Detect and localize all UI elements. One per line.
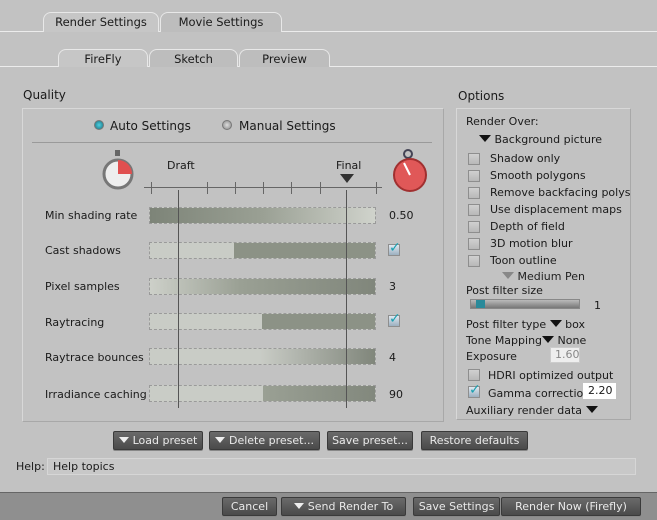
pen-dropdown[interactable]: Medium Pen — [502, 270, 585, 283]
tone-mapping-value: None — [557, 334, 587, 347]
auxiliary-label: Auxiliary render data — [466, 404, 583, 417]
pixel-samples-value: 3 — [389, 280, 396, 293]
post-filter-size-label: Post filter size — [466, 284, 543, 297]
displacement-maps-checkbox[interactable] — [468, 204, 480, 216]
pixel-samples-bar[interactable] — [149, 278, 376, 295]
irradiance-caching-bar[interactable] — [149, 385, 376, 402]
smooth-polygons-label: Smooth polygons — [490, 169, 586, 182]
dropdown-arrow-icon — [479, 135, 491, 142]
draft-label: Draft — [167, 159, 195, 172]
help-topics-field: Help topics — [47, 458, 636, 475]
motion-blur-label: 3D motion blur — [490, 237, 573, 250]
help-label: Help: — [16, 460, 45, 473]
post-filter-size-slider[interactable] — [470, 299, 580, 309]
draft-marker-line — [178, 190, 179, 408]
post-filter-size-value: 1 — [594, 299, 601, 312]
dropdown-arrow-icon — [293, 503, 304, 509]
post-filter-type-value: box — [565, 318, 586, 331]
raytracing-label: Raytracing — [45, 316, 105, 329]
final-marker-line — [346, 190, 347, 408]
shadow-only-checkbox[interactable] — [468, 153, 480, 165]
manual-settings-radio[interactable] — [222, 120, 232, 130]
min-shading-rate-value: 0.50 — [389, 209, 414, 222]
tab-firefly[interactable]: FireFly — [58, 49, 148, 67]
dropdown-arrow-icon — [549, 320, 562, 327]
auto-settings-radio[interactable] — [94, 120, 104, 130]
raytrace-bounces-bar[interactable] — [149, 348, 376, 365]
cancel-button[interactable]: Cancel — [222, 497, 277, 516]
delete-preset-button[interactable]: Delete preset... — [209, 431, 320, 450]
gamma-checkbox[interactable] — [468, 382, 481, 398]
post-filter-type-label: Post filter type — [466, 318, 547, 331]
shadow-only-label: Shadow only — [490, 152, 561, 165]
render-over-label: Render Over: — [466, 115, 539, 128]
exposure-label: Exposure — [466, 350, 517, 363]
dropdown-arrow-icon — [118, 437, 129, 443]
pixel-samples-label: Pixel samples — [45, 280, 120, 293]
dropdown-arrow-icon — [502, 272, 514, 279]
gamma-field[interactable]: 2.20 — [583, 383, 616, 399]
restore-defaults-button[interactable]: Restore defaults — [421, 431, 528, 450]
exposure-field[interactable]: 1.60 — [550, 347, 580, 363]
tab-movie-settings[interactable]: Movie Settings — [160, 12, 282, 32]
render-over-dropdown[interactable]: Background picture — [479, 133, 602, 146]
tone-mapping-label: Tone Mapping — [466, 334, 543, 347]
cast-shadows-checkbox[interactable] — [388, 240, 401, 256]
min-shading-rate-label: Min shading rate — [45, 209, 138, 222]
send-render-to-button[interactable]: Send Render To — [281, 497, 406, 516]
raytracing-bar[interactable] — [149, 313, 376, 330]
auto-settings-label: Auto Settings — [110, 119, 191, 133]
save-preset-button[interactable]: Save preset... — [327, 431, 413, 450]
dropdown-arrow-icon — [542, 336, 555, 343]
remove-backfacing-checkbox[interactable] — [468, 187, 480, 199]
quality-slider-handle[interactable] — [340, 174, 354, 183]
tab-sketch[interactable]: Sketch — [149, 49, 238, 67]
remove-backfacing-label: Remove backfacing polys — [490, 186, 631, 199]
quality-heading: Quality — [23, 88, 66, 102]
tab-preview[interactable]: Preview — [239, 49, 330, 67]
depth-of-field-checkbox[interactable] — [468, 221, 480, 233]
pen-value: Medium Pen — [517, 270, 585, 283]
final-stopwatch-icon — [390, 147, 430, 193]
hdri-label: HDRI optimized output — [488, 369, 614, 382]
smooth-polygons-checkbox[interactable] — [468, 170, 480, 182]
hdri-checkbox[interactable] — [468, 369, 480, 381]
auxiliary-render-data-dropdown[interactable]: Auxiliary render data — [466, 404, 598, 417]
displacement-maps-label: Use displacement maps — [490, 203, 622, 216]
tone-mapping-dropdown[interactable]: Tone Mapping None — [466, 334, 586, 347]
irradiance-caching-label: Irradiance caching — [45, 388, 147, 401]
irradiance-caching-value: 90 — [389, 388, 403, 401]
raytracing-checkbox[interactable] — [388, 311, 401, 327]
save-settings-button[interactable]: Save Settings — [413, 497, 500, 516]
slider-handle[interactable] — [476, 300, 485, 308]
render-over-value: Background picture — [494, 133, 603, 146]
depth-of-field-label: Depth of field — [490, 220, 565, 233]
gamma-label: Gamma correction — [488, 387, 591, 400]
min-shading-rate-bar[interactable] — [149, 207, 376, 224]
raytrace-bounces-value: 4 — [389, 351, 396, 364]
quality-panel — [22, 108, 444, 422]
post-filter-type-dropdown[interactable]: Post filter type box — [466, 318, 585, 331]
toon-outline-label: Toon outline — [490, 254, 557, 267]
dropdown-arrow-icon — [215, 437, 225, 443]
load-preset-button[interactable]: Load preset — [113, 431, 203, 450]
cast-shadows-label: Cast shadows — [45, 244, 121, 257]
toon-outline-checkbox[interactable] — [468, 255, 480, 267]
tab-render-settings[interactable]: Render Settings — [43, 12, 159, 32]
dropdown-arrow-icon — [585, 406, 598, 413]
draft-stopwatch-icon — [101, 150, 135, 190]
raytrace-bounces-label: Raytrace bounces — [45, 351, 144, 364]
cast-shadows-bar[interactable] — [149, 242, 376, 259]
motion-blur-checkbox[interactable] — [468, 238, 480, 250]
final-label: Final — [336, 159, 362, 172]
manual-settings-label: Manual Settings — [239, 119, 336, 133]
options-heading: Options — [458, 89, 505, 103]
render-now-button[interactable]: Render Now (Firefly) — [501, 497, 641, 516]
